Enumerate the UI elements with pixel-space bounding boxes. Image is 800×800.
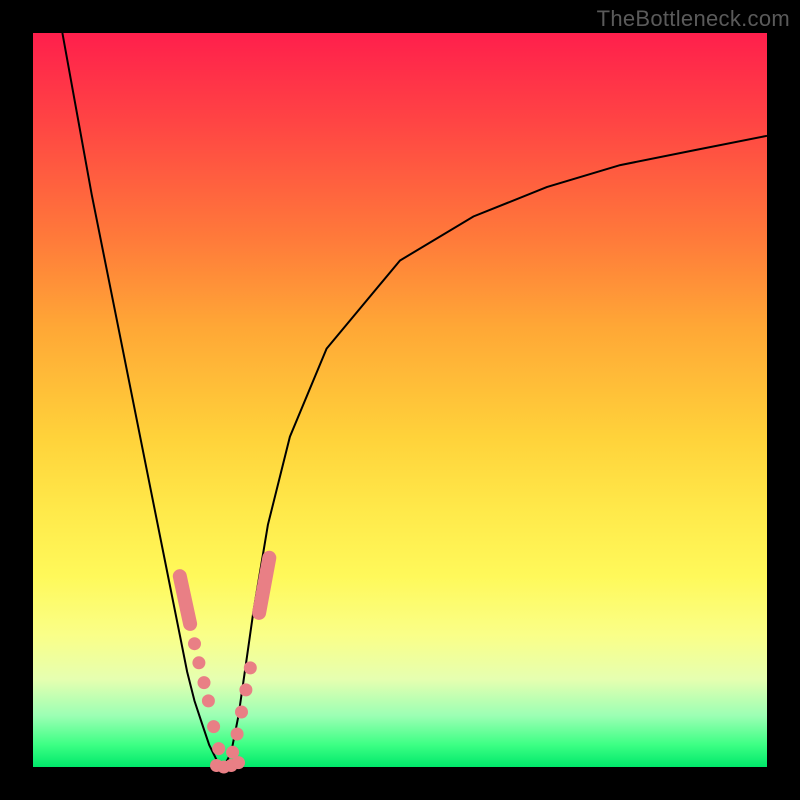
bead-icon bbox=[202, 694, 215, 707]
chart-svg bbox=[33, 33, 767, 767]
bead-icon bbox=[232, 756, 245, 769]
bead-icon bbox=[192, 656, 205, 669]
bead-icon bbox=[244, 661, 257, 674]
bead-capsule bbox=[180, 576, 190, 624]
chart-frame: TheBottleneck.com bbox=[0, 0, 800, 800]
bead-icon bbox=[212, 742, 225, 755]
bead-icon bbox=[188, 637, 201, 650]
plot-area bbox=[33, 33, 767, 767]
beads-group bbox=[180, 558, 269, 774]
right-curve bbox=[224, 136, 767, 767]
bead-icon bbox=[207, 720, 220, 733]
watermark-text: TheBottleneck.com bbox=[597, 6, 790, 32]
bead-icon bbox=[239, 683, 252, 696]
bead-icon bbox=[198, 676, 211, 689]
bead-icon bbox=[235, 706, 248, 719]
bead-icon bbox=[231, 728, 244, 741]
